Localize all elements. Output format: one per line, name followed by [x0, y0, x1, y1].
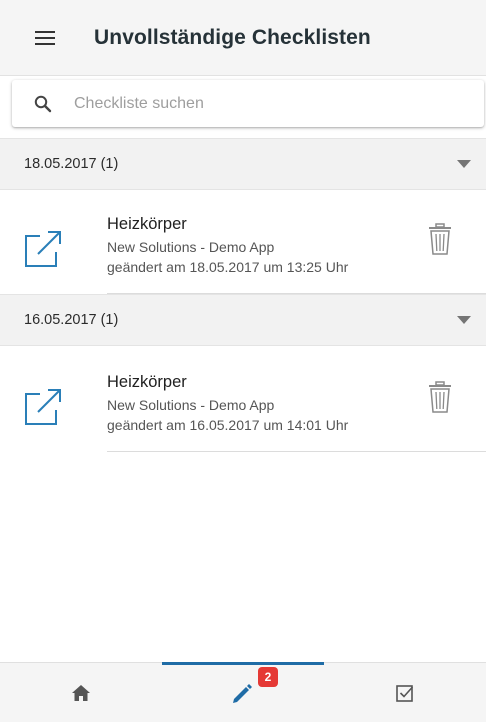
menu-button[interactable] — [0, 0, 90, 76]
item-title: Heizkörper — [107, 215, 187, 233]
group-title: 16.05.2017 (1) — [24, 312, 119, 328]
item-subtitle: New Solutions - Demo App — [107, 397, 275, 413]
chevron-down-icon — [446, 160, 486, 168]
group-header[interactable]: 18.05.2017 (1) — [0, 138, 486, 190]
search-icon — [12, 95, 74, 113]
search-bar — [12, 80, 484, 127]
notification-badge: 2 — [258, 667, 278, 687]
hamburger-menu-icon — [35, 30, 55, 45]
item-title: Heizkörper — [107, 373, 187, 391]
checkbox-icon — [396, 684, 414, 702]
item-text[interactable]: Heizkörper New Solutions - Demo App geän… — [107, 372, 348, 435]
list-item: Heizkörper New Solutions - Demo App geän… — [0, 196, 486, 294]
trash-icon[interactable] — [424, 378, 456, 416]
page-title: Unvollständige Checklisten — [94, 25, 371, 49]
trash-icon[interactable] — [424, 220, 456, 258]
divider — [107, 451, 486, 452]
item-changed-date: geändert am 18.05.2017 um 13:25 Uhr — [107, 259, 349, 275]
app-bar: Unvollständige Checklisten — [0, 0, 486, 76]
group-header[interactable]: 16.05.2017 (1) — [0, 294, 486, 346]
nav-edit[interactable]: 2 — [162, 662, 324, 722]
item-subtitle: New Solutions - Demo App — [107, 239, 275, 255]
pencil-icon — [233, 683, 252, 703]
nav-checklists[interactable] — [324, 663, 486, 722]
search-input[interactable] — [74, 83, 484, 124]
chevron-down-icon — [446, 316, 486, 324]
home-icon — [72, 684, 90, 701]
item-changed-date: geändert am 16.05.2017 um 14:01 Uhr — [107, 417, 349, 433]
open-external-icon[interactable] — [22, 386, 64, 428]
group-title: 18.05.2017 (1) — [24, 156, 119, 172]
bottom-nav: 2 — [0, 662, 486, 722]
item-text[interactable]: Heizkörper New Solutions - Demo App geän… — [107, 214, 348, 277]
open-external-icon[interactable] — [22, 228, 64, 270]
nav-home[interactable] — [0, 663, 162, 722]
list-item: Heizkörper New Solutions - Demo App geän… — [0, 354, 486, 452]
